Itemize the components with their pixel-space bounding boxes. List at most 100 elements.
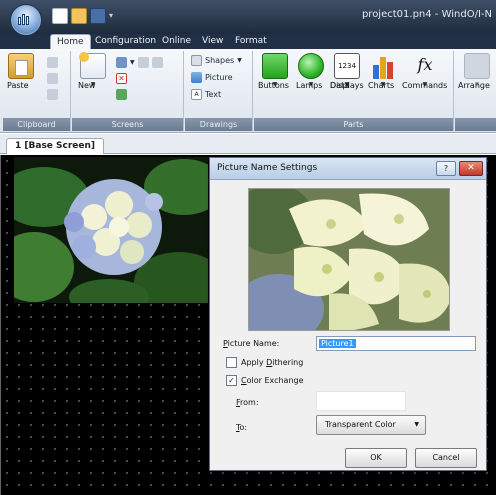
charts-button[interactable]: Charts ▼ — [368, 53, 398, 90]
screen-properties-icon — [116, 89, 127, 100]
parts-group: Buttons ▼ Lamps ▼ 1234 Data Displays ▼ C… — [254, 51, 454, 131]
picture-button[interactable]: Picture — [191, 72, 233, 83]
commands-button[interactable]: fx Commands ▼ — [402, 53, 448, 90]
dialog-title-bar[interactable]: Picture Name Settings ? ✕ — [210, 158, 486, 180]
ribbon: Paste Clipboard New ▼ ▼ ✕ Screens Shapes… — [0, 49, 496, 133]
new-file-icon[interactable] — [52, 8, 68, 24]
paste-button[interactable]: Paste — [7, 53, 35, 90]
apply-dithering-checkbox[interactable] — [226, 357, 237, 368]
buttons-button[interactable]: Buttons ▼ — [258, 53, 292, 90]
commands-label: Commands — [402, 81, 448, 90]
arrange-button[interactable]: Arrange ▼ — [458, 53, 496, 90]
title-bar: ▾ project01.pn4 - WindO/I-N — [0, 0, 496, 36]
paste-icon — [8, 53, 34, 79]
application-menu-button[interactable] — [10, 4, 42, 36]
format-painter-button[interactable] — [47, 89, 58, 100]
clipboard-group: Paste Clipboard — [3, 51, 71, 131]
text-button[interactable]: A Text — [191, 89, 221, 100]
screen-tile-icon — [151, 57, 163, 68]
drawings-group-label: Drawings — [185, 118, 252, 131]
tab-configuration[interactable]: Configuration — [89, 34, 162, 49]
picture-name-label: Picture Name: — [223, 339, 280, 348]
quick-access-toolbar: ▾ — [52, 6, 117, 26]
color-exchange-label: Color Exchange — [241, 376, 304, 385]
help-button[interactable]: ? — [436, 161, 456, 176]
lamps-label: Lamps — [296, 81, 323, 90]
arrange-icon — [464, 53, 490, 79]
tab-online[interactable]: Online — [156, 34, 197, 49]
picture-name-input[interactable]: Picture1 — [316, 336, 476, 351]
picture-label: Picture — [205, 73, 233, 82]
to-label: To: — [236, 423, 248, 432]
to-color-dropdown[interactable]: Transparent Color ▼ — [316, 415, 426, 435]
delete-screen-button[interactable]: ✕ — [116, 73, 127, 84]
from-label: From: — [236, 398, 259, 407]
commands-fx-icon: fx — [417, 55, 433, 74]
copy-button[interactable] — [47, 73, 58, 84]
to-color-value: Transparent Color — [325, 420, 396, 429]
picture-name-value: Picture1 — [319, 339, 356, 348]
screen-window-button[interactable]: ▼ — [116, 57, 163, 68]
app-logo-icon — [18, 14, 34, 26]
screens-group: New ▼ ▼ ✕ Screens — [72, 51, 184, 131]
buttons-label: Buttons — [258, 81, 289, 90]
tab-base-screen[interactable]: 1 [Base Screen] — [6, 138, 105, 154]
ok-button[interactable]: OK — [345, 448, 407, 468]
tab-view[interactable]: View — [196, 34, 229, 49]
shapes-label: Shapes — [205, 56, 235, 65]
shapes-button[interactable]: Shapes ▼ — [191, 55, 242, 66]
app-window: ▾ project01.pn4 - WindO/I-N Home Configu… — [0, 0, 496, 495]
text-label: Text — [205, 90, 222, 99]
from-color-field[interactable] — [316, 391, 406, 411]
new-label: New — [78, 81, 96, 90]
chevron-down-icon: ▼ — [414, 421, 419, 428]
data-displays-label-2: Displays — [330, 81, 364, 90]
picture-icon — [191, 72, 202, 83]
screen-properties-button[interactable] — [116, 89, 127, 100]
apply-dithering-label: Apply Dithering — [241, 358, 304, 367]
screen-window-icon — [116, 57, 127, 68]
document-tab-bar: 1 [Base Screen] — [0, 134, 496, 154]
parts-group-label: Parts — [254, 118, 453, 131]
new-screen-button[interactable]: New ▼ — [78, 52, 108, 90]
new-screen-icon — [79, 52, 106, 79]
tab-format[interactable]: Format — [229, 34, 273, 49]
text-icon: A — [191, 89, 202, 100]
close-button[interactable]: ✕ — [459, 161, 483, 176]
picture-preview — [248, 188, 450, 331]
preview-hydrangea-image — [249, 189, 449, 330]
copy-icon — [47, 73, 58, 84]
arrange-label: Arrange — [458, 81, 490, 90]
quick-access-dropdown-icon[interactable]: ▾ — [109, 8, 117, 24]
data-display-icon: 1234 — [334, 53, 360, 79]
chart-part-icon — [370, 53, 396, 79]
ribbon-tab-bar: Home Configuration Online View Format — [0, 34, 496, 49]
data-displays-button[interactable]: 1234 Data Displays ▼ — [330, 53, 364, 90]
paste-label: Paste — [7, 81, 29, 90]
save-icon[interactable] — [90, 8, 106, 24]
charts-label: Charts — [368, 81, 395, 90]
clipboard-group-label: Clipboard — [3, 118, 70, 131]
picture-name-settings-dialog: Picture Name Settings ? ✕ Picture Name: … — [209, 157, 487, 471]
format-painter-icon — [47, 89, 58, 100]
screens-group-label: Screens — [72, 118, 183, 131]
shapes-icon — [191, 55, 202, 66]
delete-screen-icon: ✕ — [116, 73, 127, 84]
color-exchange-checkbox[interactable]: ✓ — [226, 375, 237, 386]
arrange-group: Arrange ▼ — [455, 51, 496, 131]
window-title: project01.pn4 - WindO/I-N — [361, 9, 492, 20]
cut-icon — [47, 57, 58, 68]
dialog-title: Picture Name Settings — [217, 163, 318, 173]
lamps-button[interactable]: Lamps ▼ — [296, 53, 326, 90]
hydrangea-picture-object[interactable] — [14, 157, 208, 303]
screen-list-icon — [137, 57, 149, 68]
tab-home[interactable]: Home — [50, 34, 91, 49]
arrange-group-label — [455, 118, 496, 131]
cancel-button[interactable]: Cancel — [415, 448, 477, 468]
drawings-group: Shapes ▼ Picture A Text Drawings — [185, 51, 253, 131]
button-part-icon — [262, 53, 288, 79]
cut-button[interactable] — [47, 57, 58, 68]
open-folder-icon[interactable] — [71, 8, 87, 24]
lamp-part-icon — [298, 53, 324, 79]
hydrangea-image — [14, 157, 208, 303]
